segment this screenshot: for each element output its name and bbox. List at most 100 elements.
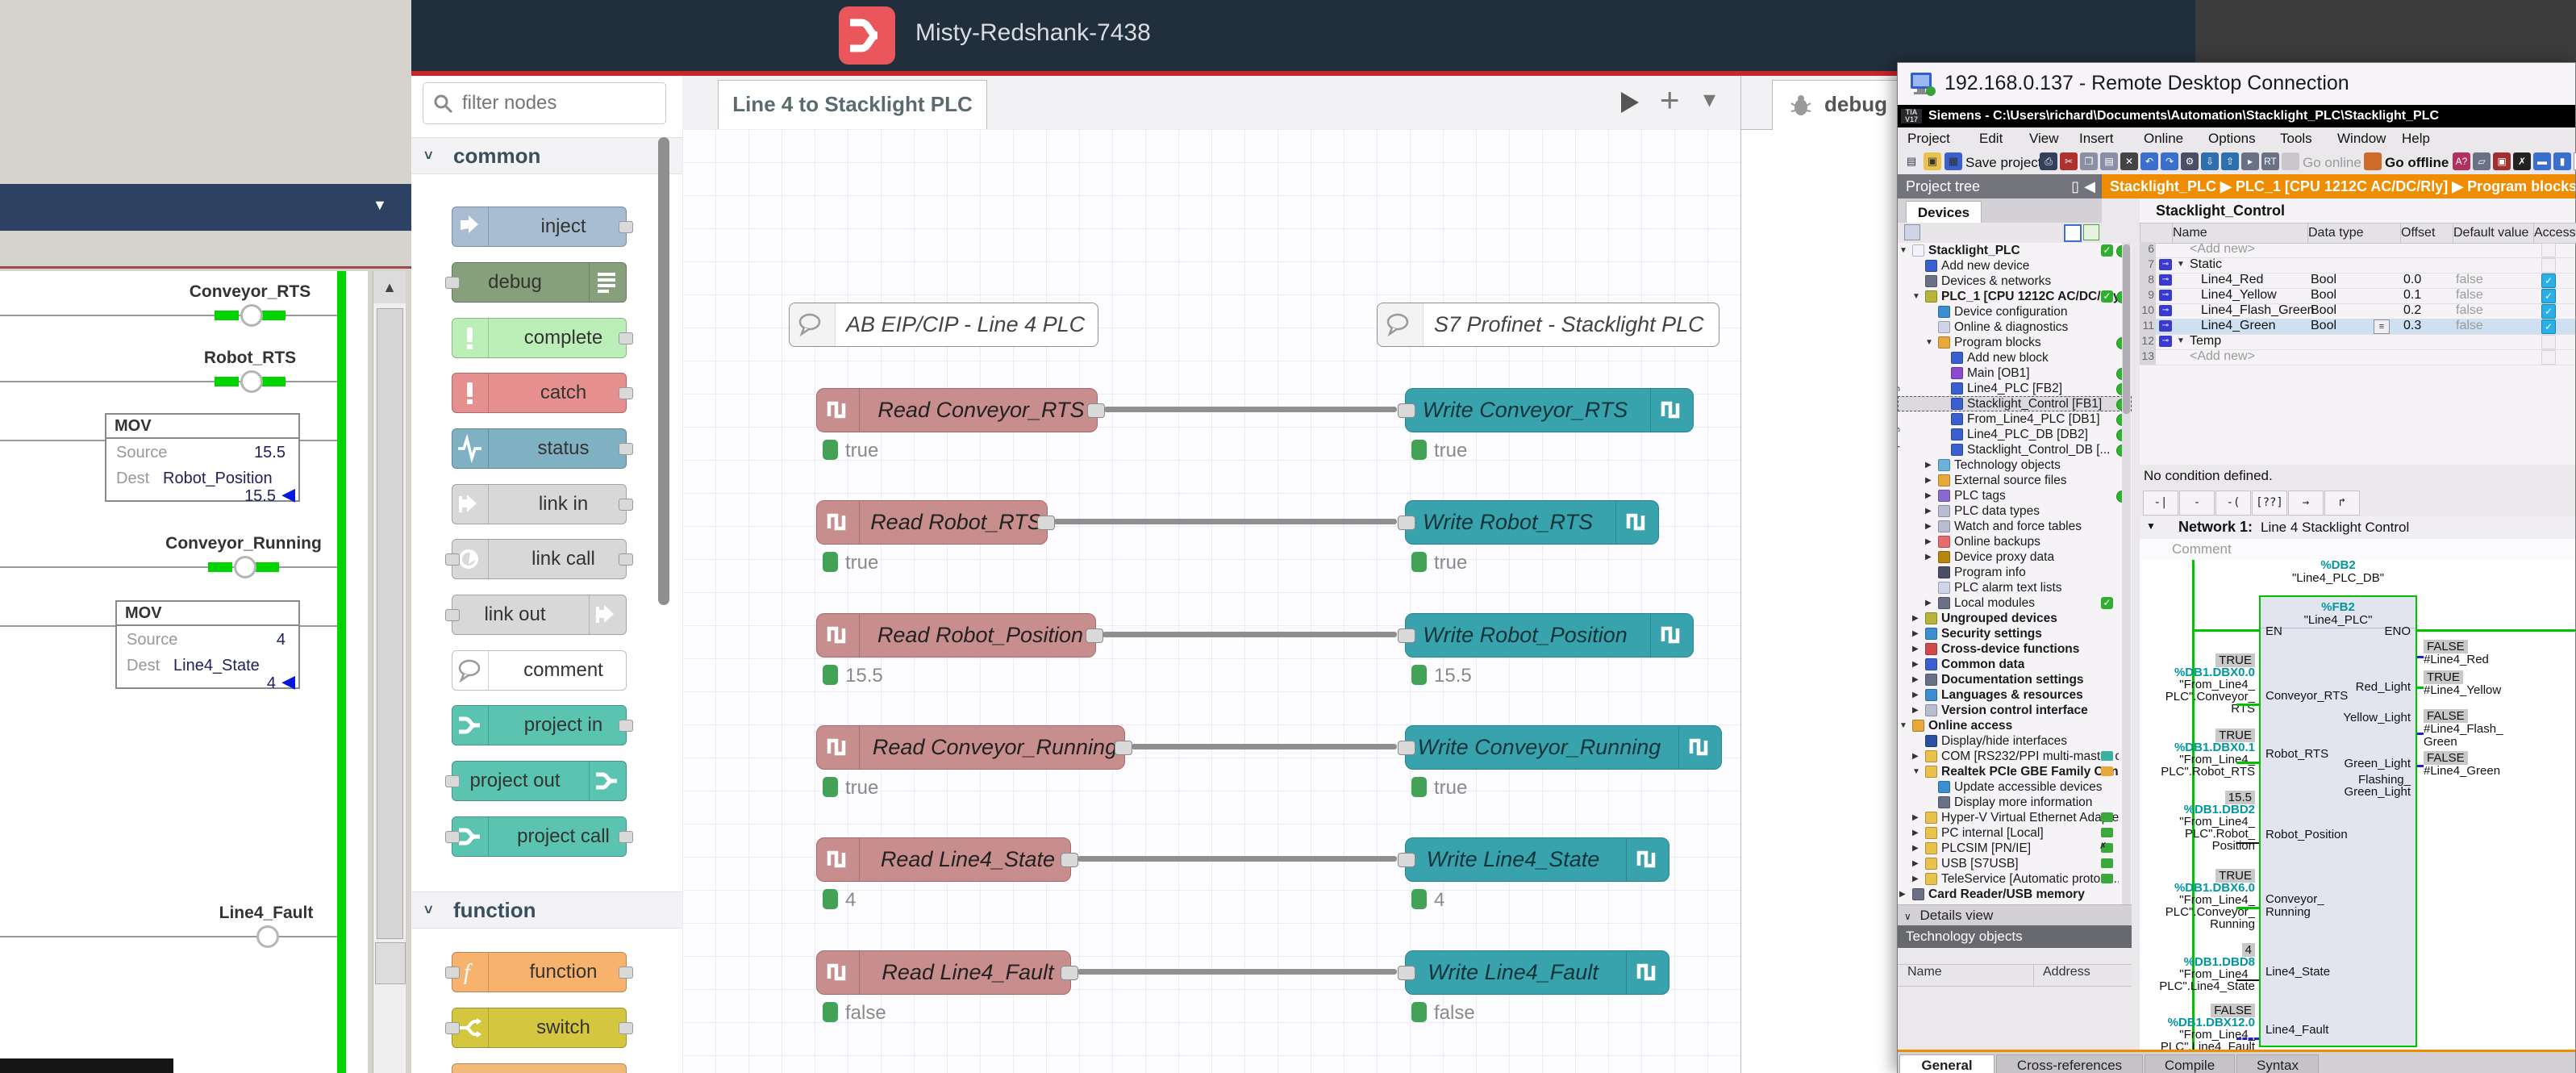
download-icon[interactable]: ⇩ <box>2201 152 2219 170</box>
tree-item-version-control-interface[interactable]: ▶Version control interface <box>1898 703 2132 718</box>
tree-expander-icon[interactable]: ▶ <box>1925 507 1932 516</box>
input-port[interactable] <box>1398 403 1415 418</box>
palette-filter-input[interactable] <box>461 91 657 115</box>
flow-tab[interactable]: Line 4 to Stacklight PLC <box>718 80 987 130</box>
accessible-checkbox-empty[interactable] <box>2541 335 2556 349</box>
tree-grid-icon[interactable] <box>1904 224 1920 240</box>
s7-read-node[interactable]: Read Robot_Position <box>816 613 1096 658</box>
menu-view[interactable]: View <box>2029 131 2059 147</box>
inspector-tab-general[interactable]: General <box>1899 1054 1995 1073</box>
palette-node-switch[interactable]: switch <box>452 1008 627 1048</box>
menu-help[interactable]: Help <box>2402 131 2430 147</box>
tree-item-plc-data-types[interactable]: ▶PLC data types <box>1898 503 2132 519</box>
tree-item-from-line4-plc-db1-[interactable]: From_Line4_PLC [DB1] <box>1898 411 2132 427</box>
tree-item-watch-and-force-tables[interactable]: ▶Watch and force tables <box>1898 519 2132 534</box>
diag-icon[interactable]: A? <box>2453 152 2470 170</box>
tree-expander-icon[interactable]: ▶ <box>1912 752 1919 761</box>
input-port[interactable] <box>445 277 460 289</box>
tree-item-program-blocks[interactable]: ▼Program blocks <box>1898 335 2132 350</box>
menu-insert[interactable]: Insert <box>2079 131 2114 147</box>
tag-row-9[interactable]: 9⊸Line4_YellowBool0.1false✓ <box>2140 288 2575 304</box>
tree-expander-icon[interactable]: ▼ <box>1925 338 1933 347</box>
palette-filter[interactable] <box>423 82 666 124</box>
output-port[interactable] <box>619 1022 633 1034</box>
collapse-icon[interactable]: ◀ <box>2084 174 2095 198</box>
go-offline-label[interactable]: Go offline <box>2385 155 2449 171</box>
devices-tab[interactable]: Devices <box>1906 201 1982 223</box>
s7-write-node[interactable]: Write Line4_State <box>1405 837 1669 882</box>
scrollbar-box[interactable] <box>375 942 406 984</box>
win2-icon[interactable]: ▣ <box>2493 152 2511 170</box>
output-port[interactable] <box>1061 853 1078 867</box>
tree-item-plc-1-cpu-1212c-ac-dc-rly-[interactable]: ▼PLC_1 [CPU 1212C AC/DC/Rly]✓ <box>1898 289 2132 304</box>
palette-node-comment[interactable]: comment <box>452 650 627 691</box>
chevron-down-icon[interactable]: ▼ <box>373 197 387 214</box>
tag-row-13[interactable]: 13<Add new> <box>2140 349 2575 365</box>
save-icon[interactable]: ▦ <box>1945 152 1962 170</box>
tree-item-teleservice-automatic-protoco-[interactable]: ▶TeleService [Automatic protoco... <box>1898 871 2132 887</box>
output-port[interactable] <box>619 332 633 344</box>
tree-item-program-info[interactable]: Program info <box>1898 565 2132 580</box>
tree-item-line4-plc-db-db2-[interactable]: Line4_PLC_DB [DB2] <box>1898 427 2132 442</box>
tree-item-device-proxy-data[interactable]: ▶Device proxy data <box>1898 549 2132 565</box>
inspector-tab-cross-references[interactable]: Cross-references <box>1996 1054 2143 1073</box>
palette-node-inject[interactable]: inject <box>452 207 627 247</box>
input-port[interactable] <box>1398 741 1415 755</box>
palette-node-partial[interactable] <box>452 1063 627 1073</box>
go-online-label[interactable]: Go online <box>2303 155 2361 171</box>
network-collapse-icon[interactable]: ▼ <box>2146 520 2156 532</box>
tree-expander-icon[interactable]: ▼ <box>1899 721 1907 730</box>
flow-list-caret-icon[interactable]: ▾ <box>1703 86 1715 114</box>
tree-expander-icon[interactable]: ▶ <box>1912 875 1919 883</box>
group-expander-icon[interactable]: ▼ <box>2177 260 2185 269</box>
tree-item-main-ob1-[interactable]: Main [OB1] <box>1898 365 2132 381</box>
output-port[interactable] <box>619 443 633 455</box>
tree-item-card-reader-usb-memory[interactable]: ▶Card Reader/USB memory <box>1898 887 2132 902</box>
tree-expander-icon[interactable]: ▶ <box>1925 553 1932 562</box>
ladder-scrollbar[interactable]: ▲ <box>373 271 406 1073</box>
rslogix-pane-titlebar[interactable]: ▼ <box>0 184 411 231</box>
lad-element-button[interactable]: ↱ <box>2324 491 2360 516</box>
output-port[interactable] <box>1115 741 1132 755</box>
input-port[interactable] <box>445 831 460 843</box>
tree-item-technology-objects[interactable]: ▶Technology objects <box>1898 457 2132 473</box>
open-icon[interactable]: ▣ <box>1924 152 1941 170</box>
input-port[interactable] <box>445 553 460 566</box>
tree-item-stacklight-plc[interactable]: ▼Stacklight_PLC✓ <box>1898 243 2132 258</box>
palette-node-function[interactable]: ffunction <box>452 952 627 992</box>
tree-item-stacklight-control-db-[interactable]: Stacklight_Control_DB [... <box>1898 442 2132 457</box>
output-port[interactable] <box>619 499 633 511</box>
accessible-checkbox-empty[interactable] <box>2541 243 2556 257</box>
tree-expander-icon[interactable]: ▶ <box>1912 645 1919 653</box>
tree-item-update-accessible-devices[interactable]: Update accessible devices <box>1898 779 2132 795</box>
accessible-checkbox[interactable]: ✓ <box>2541 304 2556 319</box>
palette-node-project call[interactable]: project call <box>452 816 627 857</box>
tree-item-device-configuration[interactable]: Device configuration <box>1898 304 2132 319</box>
output-port[interactable] <box>619 720 633 732</box>
save-project-label[interactable]: Save project <box>1965 155 2042 171</box>
menu-options[interactable]: Options <box>2208 131 2256 147</box>
tree-item-add-new-device[interactable]: Add new device <box>1898 258 2132 273</box>
tree-expander-icon[interactable]: ▶ <box>1912 675 1919 684</box>
tag-row-11[interactable]: 11⊸Line4_GreenBool≡0.3false✓ <box>2140 319 2575 335</box>
tag-row-6[interactable]: 6<Add new> <box>2140 242 2575 258</box>
output-port[interactable] <box>1086 628 1103 643</box>
inspector-tab-syntax[interactable]: Syntax <box>2236 1054 2319 1073</box>
upload-icon[interactable]: ⇧ <box>2221 152 2239 170</box>
cut-icon[interactable]: ✂ <box>2060 152 2078 170</box>
mov-instruction[interactable]: MOVSource4DestLine4_State4◀ <box>115 600 300 689</box>
tag-row-7[interactable]: 7⊸▼Static <box>2140 257 2575 273</box>
tree-item-online-diagnostics[interactable]: Online & diagnostics <box>1898 319 2132 335</box>
tag-row-12[interactable]: 12⊸▼Temp <box>2140 334 2575 350</box>
palette-section-common[interactable]: ˅common <box>411 137 682 174</box>
tree-item-ungrouped-devices[interactable]: ▶Ungrouped devices <box>1898 611 2132 626</box>
pin-icon[interactable]: ▯ <box>2071 174 2079 198</box>
menu-window[interactable]: Window <box>2337 131 2386 147</box>
tree-expander-icon[interactable]: ▶ <box>1925 461 1932 470</box>
tree-expander-icon[interactable]: ▶ <box>1912 614 1919 623</box>
tree-expander-icon[interactable]: ▼ <box>1899 246 1907 255</box>
tree-item-usb-s7usb-[interactable]: ▶USB [S7USB] <box>1898 856 2132 871</box>
output-port[interactable] <box>619 967 633 979</box>
tree-item-cross-device-functions[interactable]: ▶Cross-device functions <box>1898 641 2132 657</box>
s7-write-node[interactable]: Write Conveyor_Running <box>1405 725 1722 770</box>
